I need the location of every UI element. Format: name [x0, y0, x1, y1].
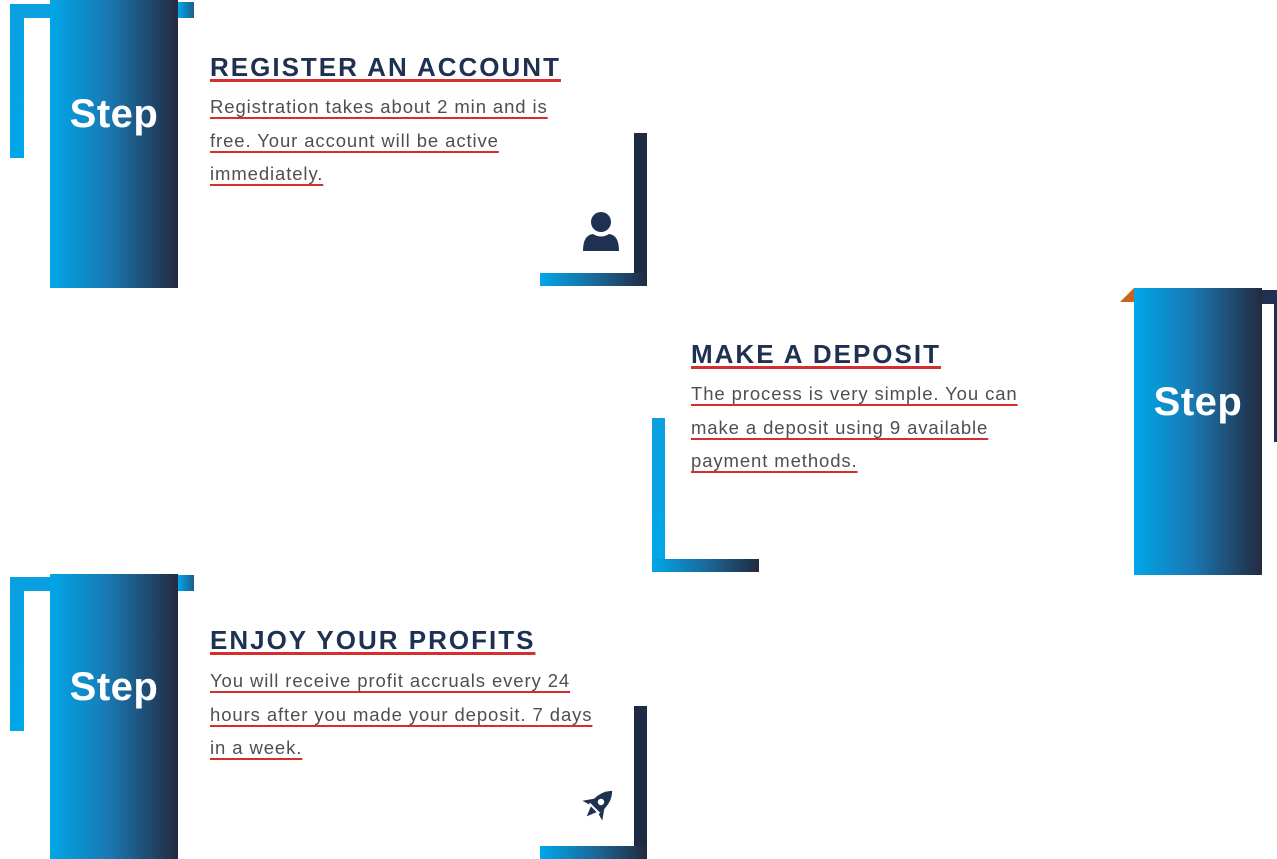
step-label: Step	[69, 665, 159, 709]
corner-bracket-vertical	[10, 4, 24, 158]
corner-accent-square	[178, 2, 194, 18]
corner-bracket-horizontal	[10, 4, 54, 18]
step-title[interactable]: MAKE A DEPOSIT	[691, 339, 941, 369]
corner-bracket-vertical	[10, 577, 24, 731]
step-tab: Step	[1134, 288, 1262, 575]
corner-bracket-vertical	[634, 706, 647, 859]
step-description[interactable]: Registration takes about 2 min and is fr…	[210, 90, 590, 191]
step-tab: Step	[50, 0, 178, 288]
corner-bracket-horizontal	[10, 577, 54, 591]
corner-accent-square	[178, 575, 194, 591]
rocket-icon	[576, 783, 620, 827]
step-title[interactable]: REGISTER AN ACCOUNT	[210, 52, 561, 82]
user-icon	[581, 211, 621, 253]
corner-bracket-horizontal	[540, 846, 647, 859]
corner-bracket-horizontal	[540, 273, 647, 286]
corner-bracket-vertical	[652, 418, 665, 572]
corner-accent-triangle	[1120, 288, 1134, 302]
step-label: Step	[1153, 380, 1243, 424]
step-label: Step	[69, 92, 159, 136]
step-description[interactable]: You will receive profit accruals every 2…	[210, 664, 602, 765]
corner-accent-square	[1262, 290, 1277, 304]
step-tab: Step	[50, 574, 178, 859]
step-description[interactable]: The process is very simple. You can make…	[691, 377, 1063, 478]
step-title[interactable]: ENJOY YOUR PROFITS	[210, 625, 535, 655]
corner-bracket-horizontal	[652, 559, 759, 572]
corner-bracket-vertical	[634, 133, 647, 286]
